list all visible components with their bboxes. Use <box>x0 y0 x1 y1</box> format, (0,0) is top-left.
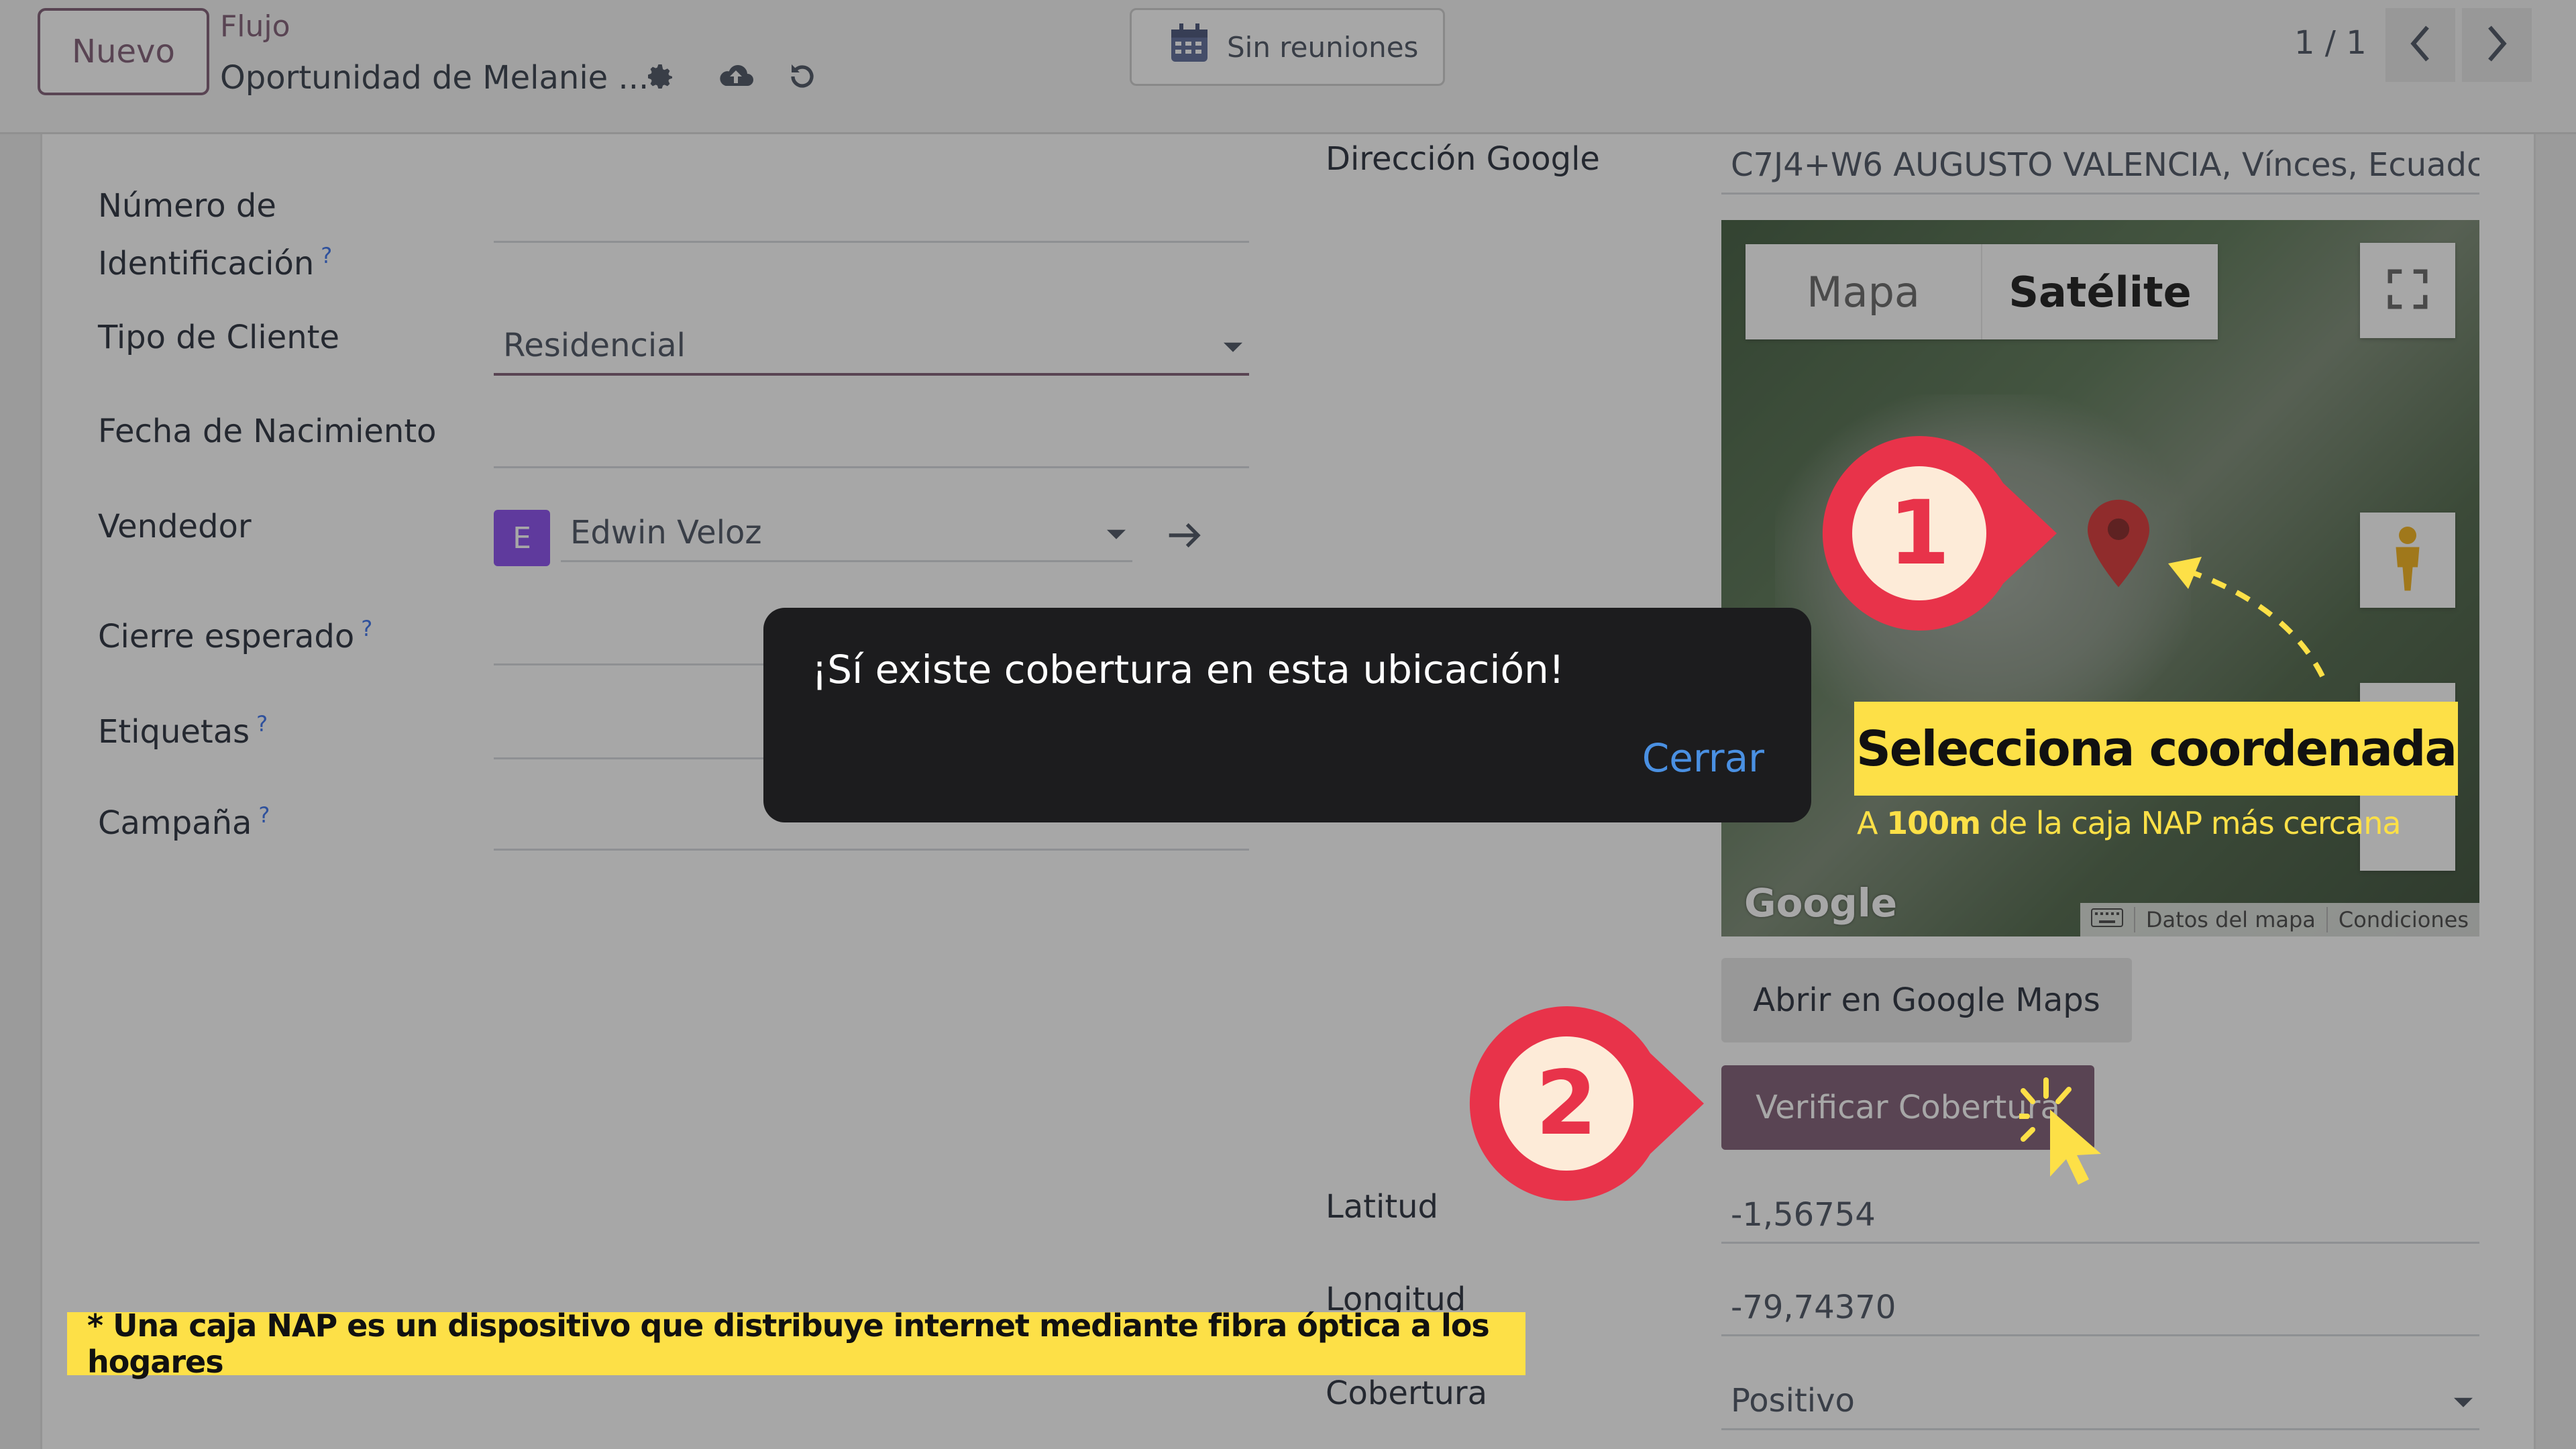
dashed-arrow <box>2161 549 2329 686</box>
step-1-number: 1 <box>1888 482 1950 585</box>
callout-title: Selecciona coordenada <box>1854 702 2458 796</box>
callout-sub-prefix: A <box>1857 805 1887 841</box>
coverage-result-dialog: ¡Sí existe cobertura en esta ubicación! … <box>763 608 1811 822</box>
step-2-badge: 2 <box>1469 1006 1704 1201</box>
dialog-message: ¡Sí existe cobertura en esta ubicación! <box>812 647 1564 692</box>
callout-subtitle: A 100m de la caja NAP más cercana <box>1857 805 2402 841</box>
callout-sub-suffix: de la caja NAP más cercana <box>1980 805 2402 841</box>
cursor-icon <box>2014 1076 2120 1193</box>
step-1-badge: 1 <box>1822 435 2057 631</box>
step-2-number: 2 <box>1536 1052 1597 1155</box>
callout-sub-bold: 100m <box>1886 805 1981 841</box>
close-button[interactable]: Cerrar <box>1642 735 1764 781</box>
footnote-banner: * Una caja NAP es un dispositivo que dis… <box>67 1307 1525 1380</box>
